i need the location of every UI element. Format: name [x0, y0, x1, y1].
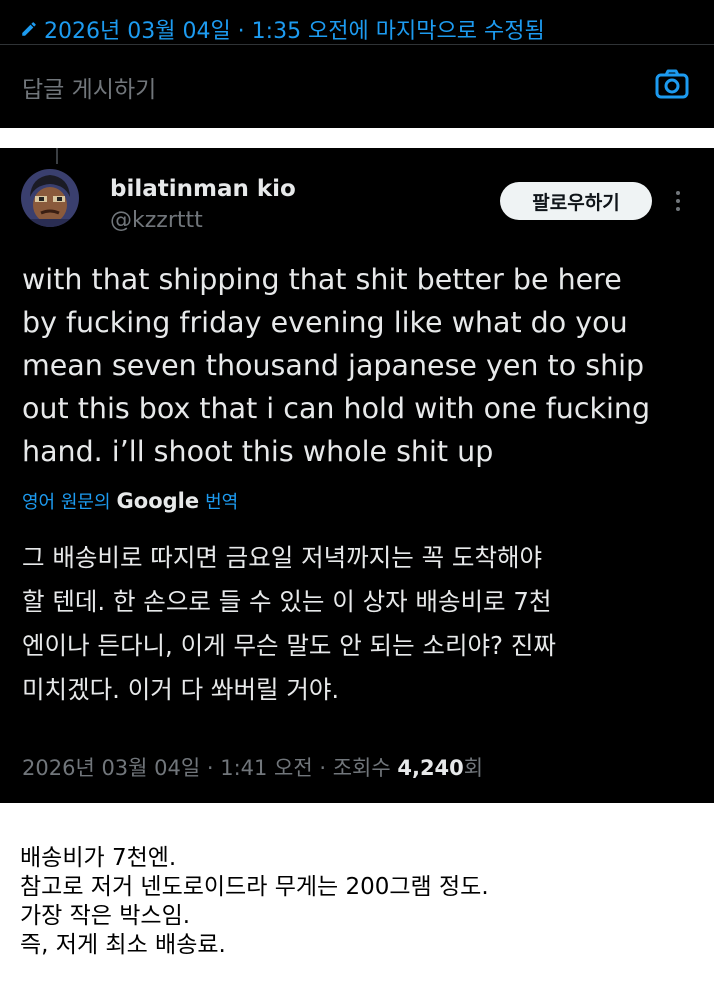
- camera-icon[interactable]: [654, 66, 690, 102]
- tweet-body-line: with that shipping that shit better be h…: [22, 263, 622, 296]
- caption-line: 가장 작은 박스임.: [20, 903, 191, 929]
- post-caption: 배송비가 7천엔. 참고로 저거 넨도로이드라 무게는 200그램 정도. 가장…: [20, 844, 489, 960]
- edited-notice[interactable]: 2026년 03월 04일 · 1:35 오전에 마지막으로 수정됨: [20, 14, 545, 44]
- tweet-meta[interactable]: 2026년 03월 04일 · 1:41 오전 · 조회수 4,240회: [22, 752, 483, 782]
- tweet-body-line: hand. i’ll shoot this whole shit up: [22, 435, 494, 468]
- avatar-image: [21, 169, 79, 227]
- tweet-body: with that shipping that shit better be h…: [22, 258, 694, 473]
- translation-attribution[interactable]: 영어 원문의 Google 번역: [22, 488, 238, 514]
- reply-composer-strip: 2026년 03월 04일 · 1:35 오전에 마지막으로 수정됨 답글 게시…: [0, 0, 714, 128]
- tweet-body-line: out this box that i can hold with one fu…: [22, 392, 651, 425]
- pencil-icon: [22, 22, 36, 36]
- reply-input[interactable]: 답글 게시하기: [22, 70, 156, 104]
- translated-line: 할 텐데. 한 손으로 들 수 있는 이 상자 배송비로 7천: [22, 587, 552, 616]
- translated-line: 엔이나 든다니, 이게 무슨 말도 안 되는 소리야? 진짜: [22, 631, 556, 660]
- translate-suffix: 번역: [205, 492, 239, 513]
- tweet-body-line: by fucking friday evening like what do y…: [22, 306, 628, 339]
- divider: [0, 44, 714, 45]
- translated-line: 미치겠다. 이거 다 쏴버릴 거야.: [22, 675, 340, 704]
- view-count-suffix: 회: [463, 756, 484, 780]
- view-count: 4,240: [397, 756, 464, 780]
- user-handle[interactable]: @kzzrttt: [110, 208, 203, 233]
- follow-button[interactable]: 팔로우하기: [500, 182, 652, 220]
- translated-body: 그 배송비로 따지면 금요일 저녁까지는 꼭 도착해야 할 텐데. 한 손으로 …: [22, 536, 702, 712]
- translate-prefix: 영어 원문의: [22, 492, 111, 513]
- avatar[interactable]: [21, 169, 79, 227]
- separator-band: [0, 128, 714, 148]
- caption-line: 즉, 저게 최소 배송료.: [20, 932, 226, 958]
- edited-notice-text: 2026년 03월 04일 · 1:35 오전에 마지막으로 수정됨: [44, 19, 545, 44]
- more-options-icon[interactable]: [668, 186, 688, 216]
- display-name[interactable]: bilatinman kio: [110, 176, 296, 202]
- caption-line: 참고로 저거 넨도로이드라 무게는 200그램 정도.: [20, 874, 489, 900]
- tweet-card: bilatinman kio @kzzrttt 팔로우하기 with that …: [0, 148, 714, 803]
- google-logo: Google: [116, 489, 200, 513]
- thread-connector: [56, 148, 58, 164]
- caption-line: 배송비가 7천엔.: [20, 845, 177, 871]
- tweet-body-line: mean seven thousand japanese yen to ship: [22, 349, 645, 382]
- translated-line: 그 배송비로 따지면 금요일 저녁까지는 꼭 도착해야: [22, 543, 543, 572]
- timestamp: 2026년 03월 04일 · 1:41 오전 · 조회수: [22, 756, 398, 780]
